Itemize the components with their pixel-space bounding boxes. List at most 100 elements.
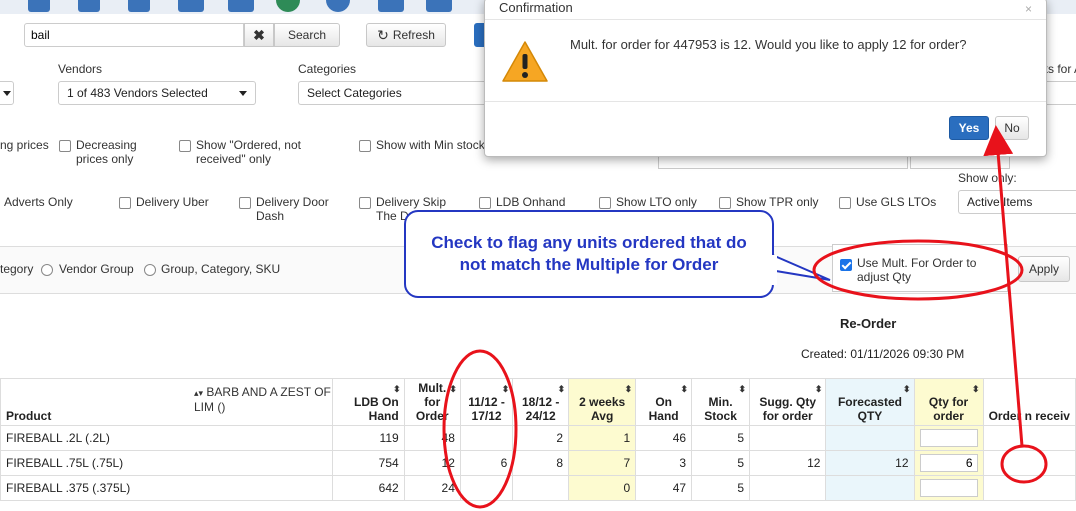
- forecast-cell: [825, 475, 915, 501]
- sort-icon: ⬍: [624, 384, 633, 394]
- week1-cell: 6: [459, 450, 514, 476]
- checkbox-label: LDB Onhand: [496, 195, 566, 209]
- inventory-icon[interactable]: [78, 0, 100, 12]
- report-created: Created: 01/11/2026 09:30 PM: [801, 347, 965, 361]
- refresh-button[interactable]: ↻ Refresh: [366, 23, 446, 47]
- vendors-select[interactable]: 1 of 483 Vendors Selected: [58, 81, 256, 105]
- column-header-avg[interactable]: ⬍ 2 weeks Avg: [568, 378, 637, 426]
- column-header-product[interactable]: ▴▾ BARB AND A ZEST OF LIM () Product: [0, 378, 334, 426]
- column-header-ldb[interactable]: ⬍ LDB On Hand: [332, 378, 405, 426]
- approve-icon[interactable]: [178, 0, 204, 12]
- delivery-skip-checkbox[interactable]: [359, 197, 371, 209]
- qty-input[interactable]: [919, 479, 978, 497]
- group-category-label: tegory: [0, 262, 34, 276]
- warning-icon: [502, 41, 548, 82]
- categories-select-value: Select Categories: [307, 86, 402, 100]
- group-header[interactable]: ▴▾ BARB AND A ZEST OF LIM (): [194, 385, 332, 414]
- week2-cell: 8: [512, 450, 570, 476]
- column-header-onhand[interactable]: ⬍ On Hand: [635, 378, 693, 426]
- apply-button[interactable]: Apply: [1018, 256, 1070, 282]
- no-button[interactable]: No: [995, 116, 1029, 140]
- vendors-label: Vendors: [58, 62, 103, 76]
- column-header-order-received[interactable]: Order n receiv: [982, 378, 1076, 426]
- search-button[interactable]: Search: [274, 23, 340, 47]
- column-header-mult[interactable]: ⬍ Mult. for Order: [403, 378, 461, 426]
- tpr-only-checkbox[interactable]: [719, 197, 731, 209]
- user-icon[interactable]: [326, 0, 350, 12]
- vendor-group-radio[interactable]: [41, 264, 53, 276]
- week1-cell: [459, 475, 514, 501]
- vendor-group-label: Vendor Group: [59, 262, 134, 276]
- decreasing-prices-checkbox[interactable]: [59, 140, 71, 152]
- dialog-message: Mult. for order for 447953 is 12. Would …: [570, 37, 967, 52]
- ldb-onhand-checkbox[interactable]: [479, 197, 491, 209]
- use-mult-checkbox[interactable]: [840, 259, 852, 271]
- report-icon[interactable]: [28, 0, 50, 12]
- close-icon[interactable]: ×: [1025, 2, 1032, 16]
- vendors-select-value: 1 of 483 Vendors Selected: [67, 86, 208, 100]
- onhand-cell: 46: [635, 425, 693, 451]
- column-header-forecast[interactable]: ⬍ Forecasted QTY: [825, 378, 915, 426]
- annotation-callout: Check to flag any units ordered that do …: [404, 210, 774, 298]
- checkbox-label: Show TPR only: [736, 195, 819, 209]
- chevron-down-icon: [239, 90, 247, 96]
- cost-icon[interactable]: [426, 0, 452, 12]
- delivery-doordash-checkbox[interactable]: [239, 197, 251, 209]
- show-only-label: Show only:: [958, 171, 1017, 185]
- column-header-min[interactable]: ⬍ Min. Stock: [691, 378, 751, 426]
- dialog-header: Confirmation ×: [485, 0, 1046, 20]
- qty-cell: [913, 475, 984, 501]
- clear-search-button[interactable]: ✖: [244, 23, 274, 47]
- qty-cell: [913, 425, 984, 451]
- use-mult-label: Use Mult. For Order to adjust Qty: [857, 256, 977, 284]
- order-received-cell: [982, 475, 1076, 501]
- price-icon[interactable]: [378, 0, 404, 12]
- calendar-icon[interactable]: [128, 0, 150, 12]
- checkbox-label: ng prices: [0, 138, 49, 152]
- chevron-down-icon: [3, 90, 11, 96]
- dialog-title: Confirmation: [499, 0, 573, 15]
- search-input[interactable]: [24, 23, 244, 47]
- show-only-select[interactable]: Active Items: [958, 190, 1076, 214]
- lto-only-checkbox[interactable]: [599, 197, 611, 209]
- ordered-not-received-checkbox[interactable]: [179, 140, 191, 152]
- close-icon: ✖: [253, 26, 265, 43]
- checkbox-label: Show LTO only: [616, 195, 697, 209]
- categories-select[interactable]: Select Categories: [298, 81, 484, 105]
- sort-icon: ⬍: [902, 384, 911, 394]
- column-header-week2[interactable]: ⬍ 18/12 - 24/12: [512, 378, 570, 426]
- sugg-cell: [749, 475, 827, 501]
- grid-icon[interactable]: [228, 0, 254, 12]
- column-header-qty[interactable]: ⬍ Qty for order: [913, 378, 984, 426]
- gls-lto-checkbox[interactable]: [839, 197, 851, 209]
- checkbox-label: Delivery Door Dash: [256, 195, 329, 223]
- right-filter-label: ks for A: [1042, 62, 1076, 76]
- group-category-sku-radio[interactable]: [144, 264, 156, 276]
- sort-icon: ⬍: [680, 384, 689, 394]
- qty-input[interactable]: [919, 454, 978, 472]
- min-cell: 5: [691, 475, 751, 501]
- pie-chart-icon[interactable]: [276, 0, 300, 12]
- product-cell: FIREBALL .375 (.375L): [0, 475, 334, 501]
- min-cell: 5: [691, 450, 751, 476]
- mult-cell: 12: [403, 450, 461, 476]
- table-row: FIREBALL .75L (.75L) 754 12 6 8 7 3 5 12…: [0, 450, 1076, 476]
- order-received-cell: [982, 450, 1076, 476]
- qty-input[interactable]: [919, 429, 978, 447]
- column-header-sugg[interactable]: ⬍ Sugg. Qty for order: [749, 378, 827, 426]
- store-select[interactable]: [0, 81, 14, 105]
- product-cell: FIREBALL .2L (.2L): [0, 425, 334, 451]
- refresh-label: Refresh: [392, 28, 435, 42]
- min-stock-checkbox[interactable]: [359, 140, 371, 152]
- week2-cell: 2: [512, 425, 570, 451]
- delivery-uber-checkbox[interactable]: [119, 197, 131, 209]
- yes-button[interactable]: Yes: [949, 116, 989, 140]
- right-filter-select[interactable]: [1044, 81, 1076, 105]
- categories-label: Categories: [298, 62, 357, 76]
- column-header-week1[interactable]: ⬍ 11/12 - 17/12: [459, 378, 514, 426]
- week1-cell: [459, 425, 514, 451]
- group-category-sku-label: Group, Category, SKU: [161, 262, 281, 276]
- date-panel: [658, 155, 908, 169]
- checkbox-label: Show "Ordered, not received" only: [196, 138, 301, 166]
- sugg-cell: 12: [749, 450, 827, 476]
